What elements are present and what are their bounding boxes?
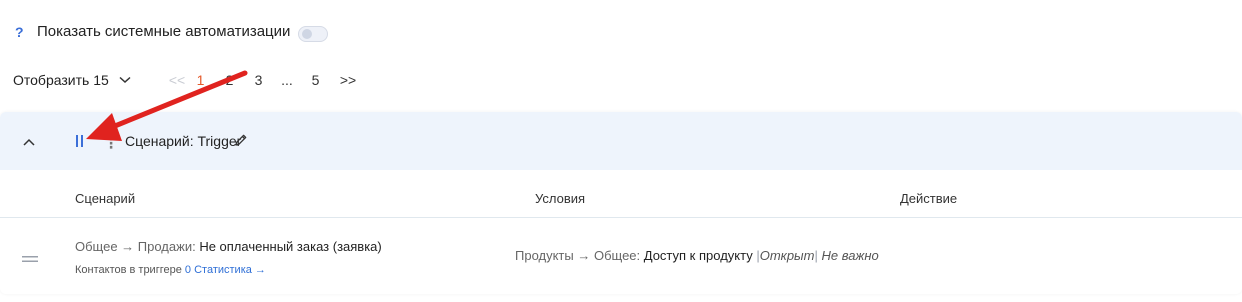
per-page-label: Отобразить 15 xyxy=(13,72,109,88)
page-2-button[interactable]: 2 xyxy=(215,72,244,88)
collapse-button[interactable] xyxy=(22,134,36,152)
page-5-button[interactable]: 5 xyxy=(301,72,330,88)
system-automations-toggle[interactable] xyxy=(298,26,328,42)
column-header-scenario: Сценарий xyxy=(75,191,136,206)
contacts-count: 0 xyxy=(184,264,192,276)
contacts-label: Контактов в триггере xyxy=(75,264,182,276)
more-options-icon[interactable]: ⋮ xyxy=(104,135,118,152)
per-page-select[interactable]: Отобразить 15 xyxy=(13,72,131,88)
trigger-meta: Контактов в триггере 0 Статистика → xyxy=(75,264,266,276)
help-icon[interactable]: ? xyxy=(15,24,24,40)
page-1-button[interactable]: 1 xyxy=(186,72,215,88)
condition-separator-2: | xyxy=(814,248,818,263)
chevron-up-icon xyxy=(23,138,35,146)
drag-handle-icon xyxy=(22,256,38,262)
statistics-link[interactable]: Статистика → xyxy=(194,264,266,276)
pencil-icon xyxy=(235,134,247,146)
table-header-divider xyxy=(0,217,1242,218)
scenario-title: Сценарий: Trigger xyxy=(125,133,242,149)
column-header-action: Действие xyxy=(900,191,958,206)
pause-button[interactable] xyxy=(75,134,85,153)
scenario-name[interactable]: Не оплаченный заказ (заявка) xyxy=(199,239,381,254)
pause-icon xyxy=(76,135,83,147)
condition-prefix: Продукты → Общее: xyxy=(515,248,644,263)
condition-cell: Продукты → Общее: Доступ к продукту |Отк… xyxy=(515,248,879,263)
drag-handle[interactable] xyxy=(22,250,38,268)
condition-extra: Не важно xyxy=(821,248,879,263)
condition-value: Доступ к продукту xyxy=(643,248,753,263)
pagination-ellipsis: ... xyxy=(281,72,293,88)
edit-scenario-button[interactable] xyxy=(234,133,248,152)
column-header-conditions: Условия xyxy=(535,191,586,206)
toggle-knob xyxy=(302,29,312,39)
chevron-down-icon xyxy=(119,76,131,84)
condition-state: Открыт xyxy=(759,248,815,263)
page-3-button[interactable]: 3 xyxy=(244,72,273,88)
scenario-path-prefix: Общее → Продажи: xyxy=(75,239,200,254)
system-automations-label: Показать системные автоматизации xyxy=(37,23,291,40)
first-page-button[interactable]: << xyxy=(168,72,186,88)
next-page-button[interactable]: >> xyxy=(330,72,366,88)
scenario-path: Общее → Продажи: Не оплаченный заказ (за… xyxy=(75,239,382,254)
pagination: << 1 2 3 ... 5 >> xyxy=(168,70,366,90)
